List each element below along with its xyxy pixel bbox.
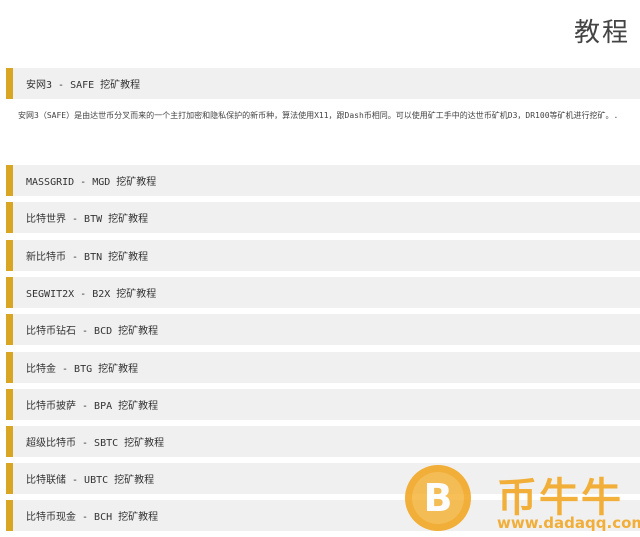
article-link-label[interactable]: 超级比特币 - SBTC 挖矿教程 [26, 434, 164, 449]
accent-bar [6, 314, 13, 345]
accent-bar [6, 352, 13, 383]
list-item[interactable]: SEGWIT2X - B2X 挖矿教程 [6, 277, 640, 308]
list-item[interactable]: 比特币披萨 - BPA 挖矿教程 [6, 389, 640, 420]
list-item[interactable]: 比特币现金 - BCH 挖矿教程 [6, 500, 640, 531]
page: 教程 安网3 - SAFE 挖矿教程 安网3（SAFE）是由达世币分叉而来的一个… [0, 0, 640, 537]
accent-bar [6, 426, 13, 457]
list-item[interactable]: MASSGRID - MGD 挖矿教程 [6, 165, 640, 196]
page-title: 教程 [573, 18, 630, 48]
article-link-label[interactable]: 比特币钻石 - BCD 挖矿教程 [26, 322, 158, 337]
accent-bar [6, 463, 13, 494]
accent-bar [6, 500, 13, 531]
article-link-label[interactable]: 比特世界 - BTW 挖矿教程 [26, 210, 148, 225]
accent-bar [6, 68, 13, 99]
accent-bar [6, 277, 13, 308]
accent-bar [6, 240, 13, 271]
list-item[interactable]: 比特金 - BTG 挖矿教程 [6, 352, 640, 383]
article-link-label[interactable]: 安网3 - SAFE 挖矿教程 [26, 76, 140, 91]
article-link-label[interactable]: 比特金 - BTG 挖矿教程 [26, 360, 138, 375]
article-link-label[interactable]: 新比特币 - BTN 挖矿教程 [26, 248, 148, 263]
list-item[interactable]: 比特联储 - UBTC 挖矿教程 [6, 463, 640, 494]
article-link-label[interactable]: 比特联储 - UBTC 挖矿教程 [26, 471, 154, 486]
accent-bar [6, 389, 13, 420]
article-link-label[interactable]: 比特币现金 - BCH 挖矿教程 [26, 508, 158, 523]
article-link-label[interactable]: MASSGRID - MGD 挖矿教程 [26, 173, 156, 188]
list-item[interactable]: 超级比特币 - SBTC 挖矿教程 [6, 426, 640, 457]
list-item[interactable]: 新比特币 - BTN 挖矿教程 [6, 240, 640, 271]
featured-article-title[interactable]: 安网3 - SAFE 挖矿教程 [6, 68, 640, 99]
list-item[interactable]: 比特币钻石 - BCD 挖矿教程 [6, 314, 640, 345]
accent-bar [6, 165, 13, 196]
accent-bar [6, 202, 13, 233]
list-item[interactable]: 比特世界 - BTW 挖矿教程 [6, 202, 640, 233]
article-link-label[interactable]: SEGWIT2X - B2X 挖矿教程 [26, 285, 156, 300]
featured-article-description: 安网3（SAFE）是由达世币分叉而来的一个主打加密和隐私保护的新币种，算法使用X… [18, 111, 618, 120]
article-link-label[interactable]: 比特币披萨 - BPA 挖矿教程 [26, 397, 158, 412]
